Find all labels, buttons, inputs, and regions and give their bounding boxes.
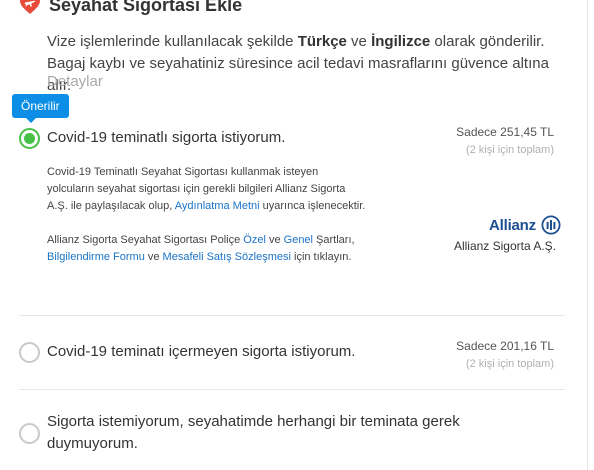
description-text: Şartları,	[313, 234, 355, 246]
section-intro: Vize işlemlerinde kullanılacak şekilde T…	[47, 31, 567, 97]
option-no-covid-label[interactable]: Covid-19 teminatı içermeyen sigorta isti…	[47, 341, 355, 363]
allianz-logo-text: Allianz	[489, 216, 536, 234]
intro-text: Vize işlemlerinde kullanılacak şekilde	[47, 33, 298, 50]
information-form-link[interactable]: Bilgilendirme Formu	[47, 251, 145, 263]
recommended-badge: Önerilir	[12, 94, 69, 123]
distance-sales-contract-link[interactable]: Mesafeli Satış Sözleşmesi	[163, 251, 291, 263]
option-no-covid-price-note: (2 kişi için toplam)	[465, 358, 554, 370]
option-no-covid-price: Sadece 201,16 TL	[456, 339, 554, 353]
travel-insurance-card: Seyahat Sigortası Ekle Vize işlemlerinde…	[0, 0, 588, 470]
description-paragraph-1: Covid-19 Teminatlı Seyahat Sigortası kul…	[47, 164, 367, 215]
allianz-logo: Allianz	[489, 215, 561, 235]
option-no-covid-radio[interactable]	[19, 342, 40, 363]
option-divider	[19, 389, 565, 390]
insurer-company-name: Allianz Sigorta A.Ş.	[453, 239, 556, 253]
description-text: Allianz Sigorta Seyahat Sigortası Poliçe	[47, 234, 244, 246]
general-terms-link[interactable]: Genel	[284, 234, 313, 246]
option-covid-price: Sadece 251,45 TL	[456, 125, 554, 139]
disclosure-text-link[interactable]: Aydınlatma Metni	[175, 200, 260, 212]
intro-text: ve	[346, 33, 372, 50]
option-no-insurance-radio[interactable]	[19, 423, 40, 444]
option-covid-radio[interactable]	[19, 128, 40, 149]
covid-description: Covid-19 Teminatlı Seyahat Sigortası kul…	[47, 164, 367, 266]
allianz-emblem-icon	[541, 215, 561, 235]
radio-selected-dot	[24, 133, 35, 144]
description-text: ve	[144, 251, 163, 263]
option-divider	[19, 315, 565, 316]
special-terms-link[interactable]: Özel	[243, 234, 266, 246]
intro-bold-turkish: Türkçe	[297, 33, 347, 50]
option-covid-label[interactable]: Covid-19 teminatlı sigorta istiyorum.	[47, 127, 285, 149]
section-title: Seyahat Sigortası Ekle	[49, 0, 243, 15]
section-header: Seyahat Sigortası Ekle	[19, 0, 242, 16]
details-link[interactable]: Detaylar	[47, 73, 103, 90]
description-text: uyarınca işlenecektir.	[259, 200, 366, 212]
description-text: için tıklayın.	[290, 251, 352, 263]
description-text: ve	[265, 234, 284, 246]
option-covid-price-note: (2 kişi için toplam)	[465, 144, 554, 156]
description-paragraph-2: Allianz Sigorta Seyahat Sigortası Poliçe…	[47, 232, 367, 266]
option-no-insurance-label[interactable]: Sigorta istemiyorum, seyahatimde herhang…	[47, 411, 487, 455]
heart-plane-icon	[20, 0, 40, 14]
intro-bold-english: İngilizce	[371, 33, 431, 50]
